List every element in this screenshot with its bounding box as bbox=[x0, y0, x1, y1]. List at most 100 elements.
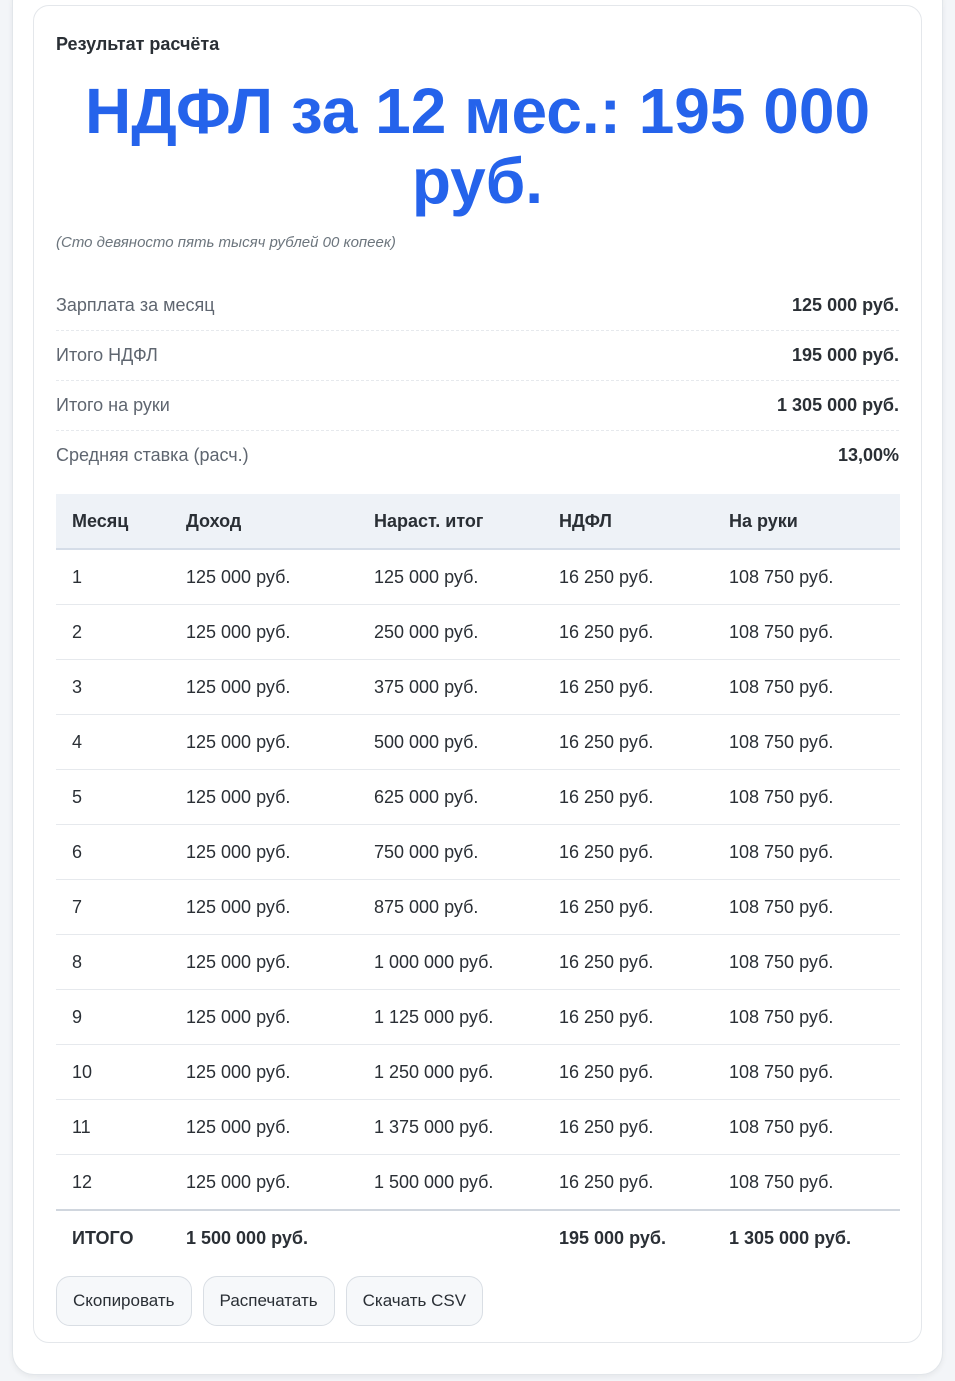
summary-label: Итого на руки bbox=[56, 395, 170, 415]
cell-tax: 16 250 руб. bbox=[543, 769, 713, 825]
amount-in-words: (Сто девяносто пять тысяч рублей 00 копе… bbox=[56, 234, 396, 251]
column-header-month: Месяц bbox=[56, 494, 170, 550]
table-row: 5 125 000 руб. 625 000 руб. 16 250 руб. 108 … bbox=[56, 769, 900, 825]
cell-income: 125 000 руб. bbox=[170, 934, 358, 990]
cell-cumulative: 1 250 000 руб. bbox=[358, 1044, 543, 1100]
cell-net: 108 750 руб. bbox=[713, 1044, 900, 1100]
cell-tax: 16 250 руб. bbox=[543, 604, 713, 660]
cell-cumulative: 625 000 руб. bbox=[358, 769, 543, 825]
summary-value: 13,00% bbox=[837, 445, 899, 465]
cell-cumulative: 1 000 000 руб. bbox=[358, 934, 543, 990]
cell-net: 108 750 руб. bbox=[713, 549, 900, 605]
cell-net: 108 750 руб. bbox=[713, 934, 900, 990]
cell-cumulative: 750 000 руб. bbox=[358, 824, 543, 880]
table-row: 8 125 000 руб. 1 000 000 руб. 16 250 руб. 10… bbox=[56, 934, 900, 990]
cell-income: 125 000 руб. bbox=[170, 824, 358, 880]
copy-button[interactable]: Скопировать bbox=[56, 1276, 192, 1326]
cell-income: 125 000 руб. bbox=[170, 769, 358, 825]
download-csv-button[interactable]: Скачать CSV bbox=[345, 1276, 484, 1326]
cell-cumulative: 500 000 руб. bbox=[358, 714, 543, 770]
table-row: 6 125 000 руб. 750 000 руб. 16 250 руб. 108 … bbox=[56, 824, 900, 880]
cell-cumulative: 250 000 руб. bbox=[358, 604, 543, 660]
cell-income: 125 000 руб. bbox=[170, 1099, 358, 1155]
summary-row-rate: Средняя ставка (расч.) 13,00% bbox=[56, 431, 899, 480]
cell-tax: 16 250 руб. bbox=[543, 824, 713, 880]
summary-list: Зарплата за месяц 125 000 руб. Итого НДФ… bbox=[56, 281, 899, 480]
table-row: 12 125 000 руб. 1 500 000 руб. 16 250 руб. 1… bbox=[56, 1154, 900, 1211]
cell-cumulative: 1 500 000 руб. bbox=[358, 1154, 543, 1211]
table-row: 11 125 000 руб. 1 375 000 руб. 16 250 руб. 1… bbox=[56, 1099, 900, 1155]
cell-tax: 16 250 руб. bbox=[543, 1154, 713, 1211]
tax-headline: НДФЛ за 12 мес.: 195 000 руб. bbox=[84, 75, 871, 217]
cell-cumulative: 125 000 руб. bbox=[358, 549, 543, 605]
summary-value: 125 000 руб. bbox=[792, 295, 899, 315]
cell-month: 2 bbox=[56, 604, 170, 660]
cell-net: 108 750 руб. bbox=[713, 769, 900, 825]
column-header-net: На руки bbox=[713, 494, 900, 550]
table-row: 10 125 000 руб. 1 250 000 руб. 16 250 руб. 1… bbox=[56, 1044, 900, 1100]
summary-label: Зарплата за месяц bbox=[56, 295, 215, 315]
cell-net: 108 750 руб. bbox=[713, 1154, 900, 1211]
cell-month: 4 bbox=[56, 714, 170, 770]
cell-net: 108 750 руб. bbox=[713, 1099, 900, 1155]
cell-net: 108 750 руб. bbox=[713, 879, 900, 935]
cell-tax: 16 250 руб. bbox=[543, 659, 713, 715]
cell-tax: 16 250 руб. bbox=[543, 714, 713, 770]
table-row: 7 125 000 руб. 875 000 руб. 16 250 руб. 108 … bbox=[56, 879, 900, 935]
card-title: Результат расчёта bbox=[56, 34, 220, 54]
summary-label: Средняя ставка (расч.) bbox=[56, 445, 249, 465]
total-cell-cumulative bbox=[358, 1209, 543, 1266]
cell-income: 125 000 руб. bbox=[170, 604, 358, 660]
cell-cumulative: 1 375 000 руб. bbox=[358, 1099, 543, 1155]
cell-month: 7 bbox=[56, 879, 170, 935]
total-cell-month: ИТОГО bbox=[56, 1209, 170, 1266]
column-header-tax: НДФЛ bbox=[543, 494, 713, 550]
cell-month: 8 bbox=[56, 934, 170, 990]
cell-cumulative: 375 000 руб. bbox=[358, 659, 543, 715]
table-row: 3 125 000 руб. 375 000 руб. 16 250 руб. 108 … bbox=[56, 659, 900, 715]
monthly-table: Месяц Доход Нараст. итог НДФЛ На руки 11… bbox=[56, 494, 900, 1266]
total-cell-net: 1 305 000 руб. bbox=[713, 1209, 900, 1266]
result-card: Результат расчёта НДФЛ за 12 мес.: 195 0… bbox=[33, 5, 922, 1343]
summary-row-total-tax: Итого НДФЛ 195 000 руб. bbox=[56, 331, 899, 381]
cell-net: 108 750 руб. bbox=[713, 714, 900, 770]
cell-income: 125 000 руб. bbox=[170, 1044, 358, 1100]
cell-net: 108 750 руб. bbox=[713, 604, 900, 660]
cell-tax: 16 250 руб. bbox=[543, 879, 713, 935]
summary-value: 1 305 000 руб. bbox=[777, 395, 899, 415]
cell-net: 108 750 руб. bbox=[713, 824, 900, 880]
summary-value: 195 000 руб. bbox=[792, 345, 899, 365]
total-cell-income: 1 500 000 руб. bbox=[170, 1209, 358, 1266]
table-row: 4 125 000 руб. 500 000 руб. 16 250 руб. 108 … bbox=[56, 714, 900, 770]
summary-row-net: Итого на руки 1 305 000 руб. bbox=[56, 381, 899, 431]
total-cell-tax: 195 000 руб. bbox=[543, 1209, 713, 1266]
table-row: 2 125 000 руб. 250 000 руб. 16 250 руб. 108 … bbox=[56, 604, 900, 660]
cell-month: 6 bbox=[56, 824, 170, 880]
cell-income: 125 000 руб. bbox=[170, 1154, 358, 1211]
table-total-row: ИТОГО 1 500 000 руб. 195 000 руб. 1 305 000… bbox=[56, 1209, 900, 1266]
table-header-row: Месяц Доход Нараст. итог НДФЛ На руки bbox=[56, 494, 900, 550]
cell-income: 125 000 руб. bbox=[170, 989, 358, 1045]
cell-month: 10 bbox=[56, 1044, 170, 1100]
cell-cumulative: 875 000 руб. bbox=[358, 879, 543, 935]
cell-income: 125 000 руб. bbox=[170, 879, 358, 935]
cell-month: 5 bbox=[56, 769, 170, 825]
cell-tax: 16 250 руб. bbox=[543, 1099, 713, 1155]
summary-label: Итого НДФЛ bbox=[56, 345, 158, 365]
cell-month: 9 bbox=[56, 989, 170, 1045]
cell-month: 1 bbox=[56, 549, 170, 605]
cell-month: 12 bbox=[56, 1154, 170, 1211]
action-buttons: Скопировать Распечатать Скачать CSV bbox=[56, 1276, 484, 1326]
cell-cumulative: 1 125 000 руб. bbox=[358, 989, 543, 1045]
print-button[interactable]: Распечатать bbox=[202, 1276, 335, 1326]
cell-tax: 16 250 руб. bbox=[543, 989, 713, 1045]
cell-tax: 16 250 руб. bbox=[543, 549, 713, 605]
cell-net: 108 750 руб. bbox=[713, 989, 900, 1045]
cell-income: 125 000 руб. bbox=[170, 549, 358, 605]
cell-income: 125 000 руб. bbox=[170, 714, 358, 770]
table-row: 9 125 000 руб. 1 125 000 руб. 16 250 руб. 10… bbox=[56, 989, 900, 1045]
cell-net: 108 750 руб. bbox=[713, 659, 900, 715]
table-header: Месяц Доход Нараст. итог НДФЛ На руки bbox=[56, 494, 900, 550]
cell-income: 125 000 руб. bbox=[170, 659, 358, 715]
table-row: 1 125 000 руб. 125 000 руб. 16 250 руб. 108 … bbox=[56, 549, 900, 605]
